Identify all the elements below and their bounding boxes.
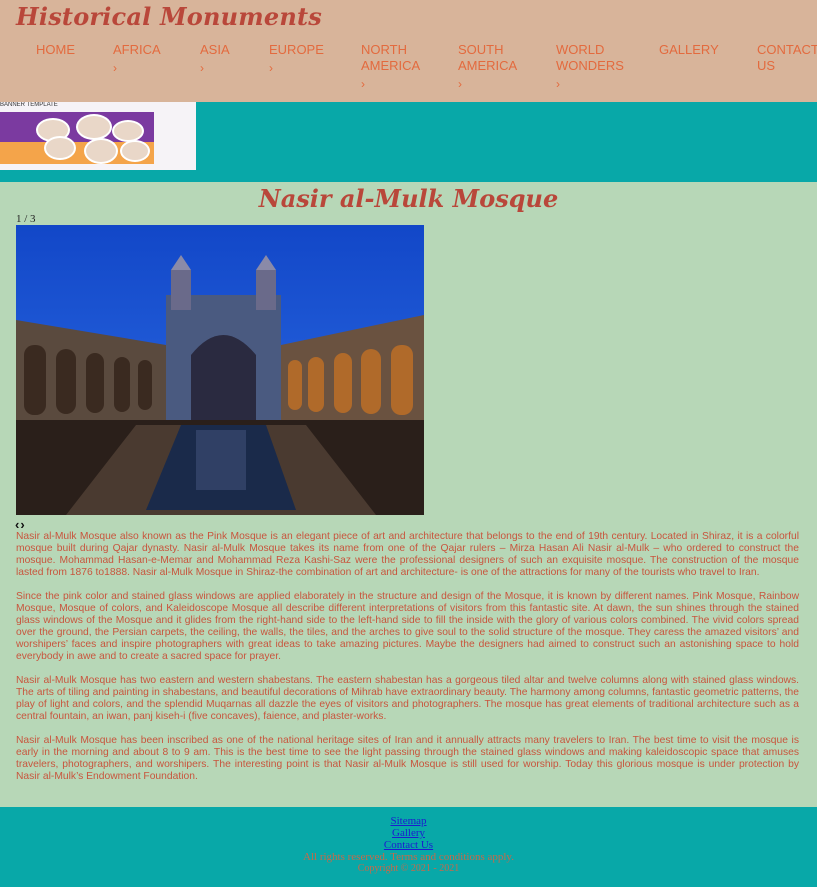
main-nav: HOME AFRICA › ASIA › EUROPE › NORTH AMER… [0,42,817,102]
nav-north-america-line2: AMERICA [361,58,421,73]
nav-asia-label: ASIA [200,42,230,57]
banner-photo-circle [76,114,112,140]
page-title: Nasir al-Mulk Mosque [258,184,559,213]
nav-home-label: HOME [36,42,75,57]
article-paragraph: Since the pink color and stained glass w… [16,591,799,662]
nav-asia[interactable]: ASIA › [200,42,230,76]
nav-contact-line2: US [757,58,776,73]
nav-gallery[interactable]: GALLERY [659,42,719,58]
nav-north-america-line1: NORTH [361,42,407,57]
chevron-right-icon: › [458,77,462,91]
article-paragraph: Nasir al-Mulk Mosque has two eastern and… [16,675,799,722]
nav-europe-label: EUROPE [269,42,324,57]
site-logo[interactable]: Historical Monuments [16,2,322,31]
chevron-right-icon[interactable]: › [20,517,25,532]
chevron-right-icon: › [556,77,560,91]
site-header: Historical Monuments HOME AFRICA › ASIA … [0,0,817,102]
footer-copyright: Copyright © 2021 - 2021 [357,863,460,874]
nav-gallery-label: GALLERY [659,42,719,57]
footer-link-gallery[interactable]: Gallery [0,827,817,839]
nav-world-wonders-line2: WONDERS [556,58,624,73]
article-paragraph: Nasir al-Mulk Mosque has been inscribed … [16,735,799,782]
nav-africa-label: AFRICA [113,42,161,57]
nav-south-america-line2: AMERICA [458,58,518,73]
nav-world-wonders[interactable]: WORLD WONDERS › [556,42,624,92]
nav-contact-line1: CONTACT [757,42,817,57]
banner-image[interactable]: BANNER TEMPLATE [0,102,196,170]
nav-world-wonders-line1: WORLD [556,42,605,57]
nav-home[interactable]: HOME [36,42,75,58]
chevron-right-icon: › [361,77,365,91]
mosque-photo [16,225,424,515]
slideshow-image[interactable] [16,225,424,515]
footer-rights: All rights reserved. Terms and condition… [303,851,514,863]
chevron-right-icon: › [200,61,204,75]
slide-counter: 1 / 3 [16,213,36,225]
banner-photo-circle [120,140,150,162]
article-paragraph: Nasir al-Mulk Mosque also known as the P… [16,531,799,578]
nav-north-america[interactable]: NORTH AMERICA › [361,42,420,92]
main-content: Nasir al-Mulk Mosque 1 / 3 ‹› Nasir al-M… [0,182,817,807]
site-footer: Sitemap Gallery Contact Us All rights re… [0,807,817,887]
footer-link-contact[interactable]: Contact Us [0,839,817,851]
article-body: Nasir al-Mulk Mosque also known as the P… [16,531,799,795]
banner-photo-circle [84,138,118,164]
nav-europe[interactable]: EUROPE › [269,42,324,76]
banner-caption: BANNER TEMPLATE [0,102,58,108]
nav-south-america[interactable]: SOUTH AMERICA › [458,42,517,92]
chevron-right-icon: › [269,61,273,75]
nav-africa[interactable]: AFRICA › [113,42,161,76]
footer-link-sitemap[interactable]: Sitemap [0,815,817,827]
banner-photo-circle [112,120,144,142]
slideshow-controls: ‹› [15,517,26,532]
nav-contact-us[interactable]: CONTACT US [757,42,817,74]
chevron-right-icon: › [113,61,117,75]
nav-south-america-line1: SOUTH [458,42,504,57]
banner-photo-circle [44,136,76,160]
banner-strip: BANNER TEMPLATE [0,102,817,182]
